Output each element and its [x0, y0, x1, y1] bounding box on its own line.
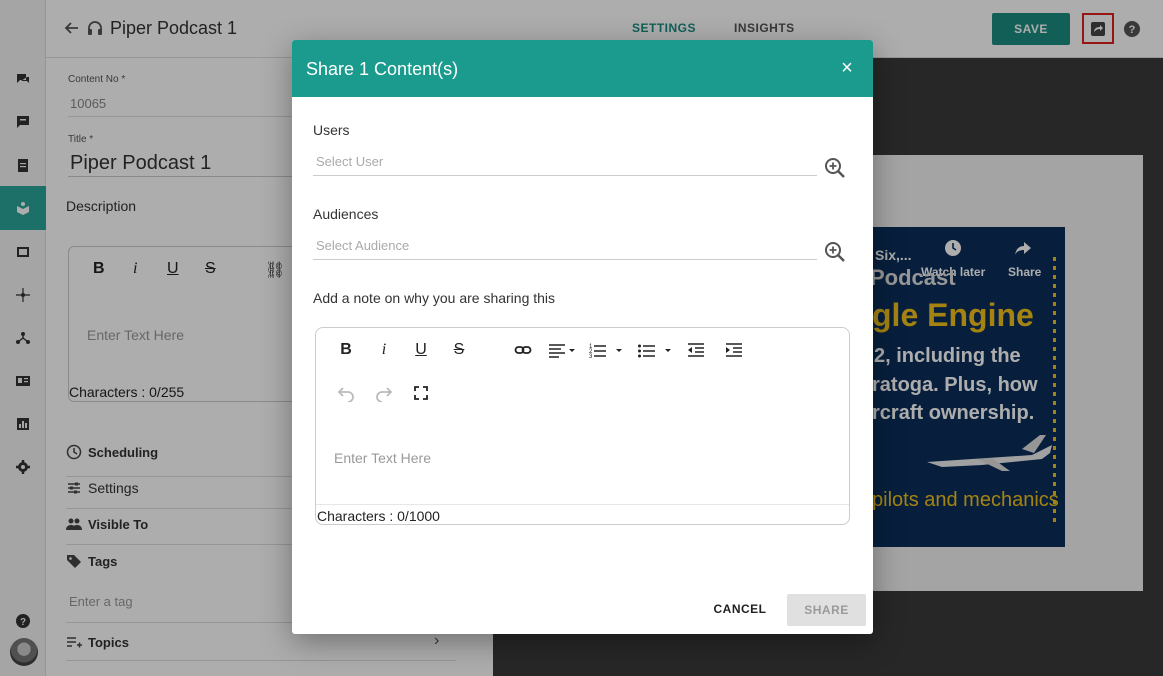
note-label: Add a note on why you are sharing this	[313, 290, 556, 306]
users-input[interactable]	[313, 148, 817, 176]
zoom-in-icon[interactable]	[824, 157, 846, 179]
cancel-button[interactable]: CANCEL	[709, 597, 771, 621]
redo-icon[interactable]	[374, 383, 394, 403]
align-dropdown-icon[interactable]	[546, 340, 576, 360]
link-icon[interactable]	[512, 340, 534, 360]
indent-icon[interactable]	[723, 340, 745, 360]
svg-text:3: 3	[589, 354, 593, 359]
bullet-list-icon[interactable]	[636, 340, 676, 360]
italic-icon[interactable]: i	[374, 340, 394, 360]
audiences-input[interactable]	[313, 232, 817, 260]
undo-icon[interactable]	[336, 383, 356, 403]
outdent-icon[interactable]	[685, 340, 707, 360]
zoom-in-icon[interactable]	[824, 241, 846, 263]
note-char-count: Characters : 0/1000	[317, 508, 440, 524]
dialog-title: Share 1 Content(s)	[306, 59, 459, 79]
share-button[interactable]: SHARE	[787, 594, 866, 626]
ordered-list-icon[interactable]: 123	[587, 340, 627, 360]
fullscreen-icon[interactable]	[411, 383, 431, 403]
users-label: Users	[313, 122, 350, 138]
share-content-dialog: Share 1 Content(s) × Users Audiences Add…	[292, 40, 873, 634]
strikethrough-icon[interactable]: S	[449, 340, 469, 360]
bold-icon[interactable]: B	[336, 340, 356, 360]
note-char-count-bar: Characters : 0/1000	[316, 504, 849, 524]
close-icon[interactable]: ×	[838, 58, 856, 78]
note-editor[interactable]: B i U S 123 Enter Text Here Characters :…	[315, 327, 850, 525]
underline-icon[interactable]: U	[411, 340, 431, 360]
note-placeholder: Enter Text Here	[334, 450, 432, 466]
audiences-label: Audiences	[313, 206, 379, 222]
dialog-header: Share 1 Content(s) ×	[292, 40, 873, 97]
